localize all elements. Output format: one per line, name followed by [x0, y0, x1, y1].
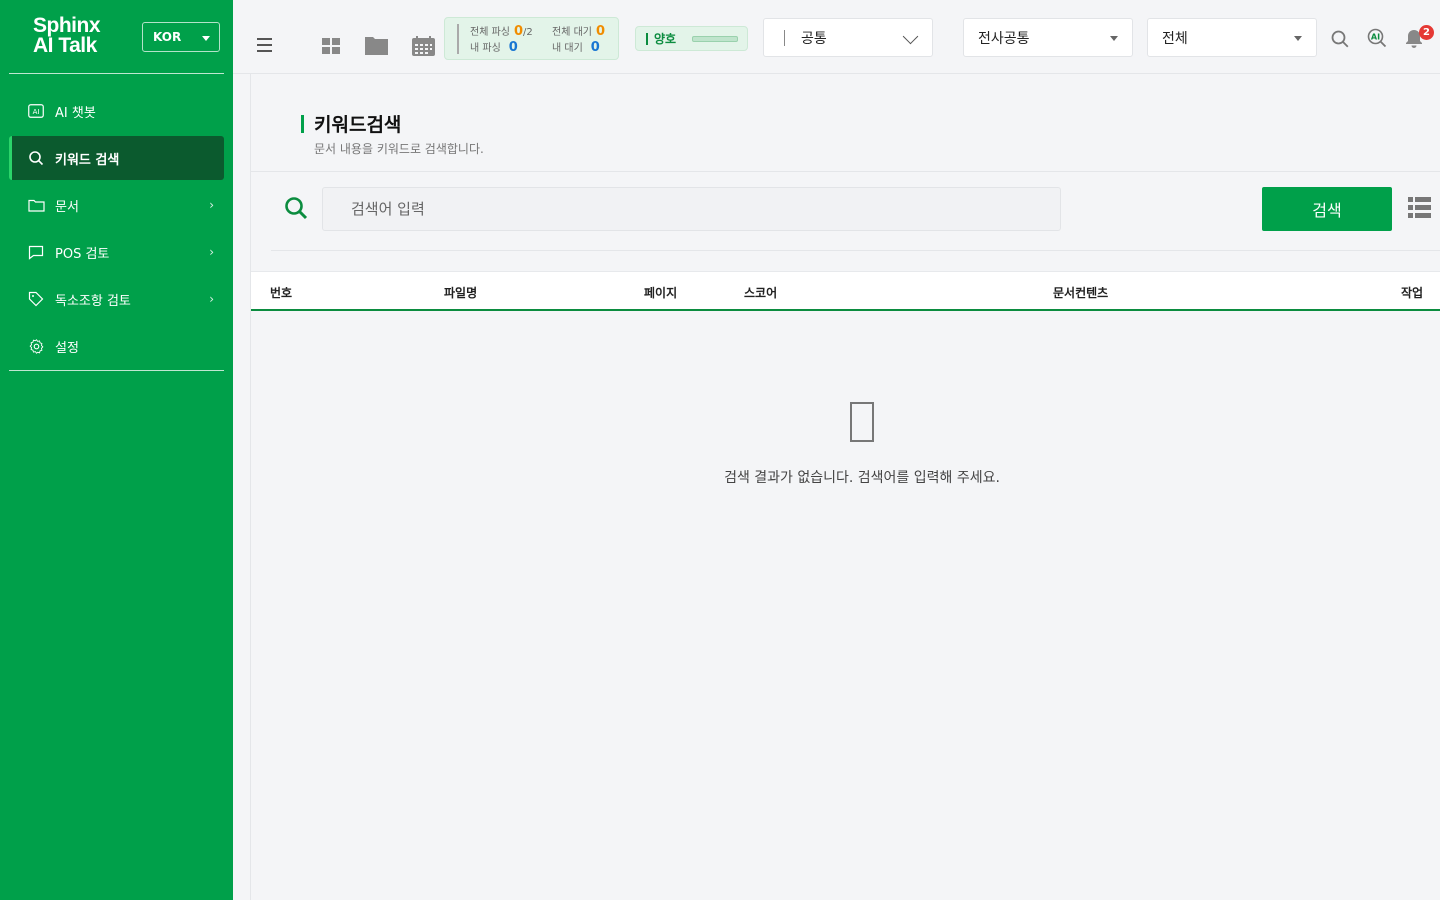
- sidebar-item-settings[interactable]: 설정: [9, 324, 224, 368]
- menu-icon[interactable]: [257, 38, 272, 56]
- company-select-value: 전사공통: [978, 30, 1030, 47]
- sidebar-item-label: AI 챗봇: [55, 105, 96, 121]
- chevron-right-icon: ›: [209, 292, 214, 306]
- column-header-filename[interactable]: 파일명: [444, 284, 477, 301]
- select-divider: [784, 29, 785, 46]
- sidebar-item-label: 독소조항 검토: [55, 293, 131, 309]
- top-bar: 전체 파싱 0/2 내 파싱 0 전체 대기 0 내 대기 0 양호 공통 전사공통 전…: [233, 0, 1440, 74]
- page-header: 키워드검색: [301, 110, 401, 137]
- scope-select-value: 공통: [801, 30, 827, 47]
- language-value: KOR: [153, 30, 182, 44]
- company-select[interactable]: 전사공통: [963, 18, 1133, 57]
- ai-search-badge: AI: [1371, 33, 1380, 42]
- main-content: 키워드검색 문서 내용을 키워드로 검색합니다. 검색 번호 파일명 페이지 스…: [250, 74, 1440, 900]
- calendar-icon[interactable]: [412, 36, 435, 60]
- chevron-right-icon: ›: [209, 245, 214, 259]
- total-waiting-value: 0: [595, 24, 606, 39]
- sidebar-item-ai-chatbot[interactable]: AI AI 챗봇: [9, 89, 224, 133]
- sidebar-item-label: 설정: [55, 340, 79, 356]
- folder-icon: [27, 196, 45, 214]
- search-button[interactable]: 검색: [1262, 187, 1392, 231]
- empty-state-icon: [850, 402, 874, 442]
- brand-line-1: Sphinx: [33, 14, 101, 37]
- total-waiting-stat: 전체 대기 0: [552, 23, 605, 39]
- sidebar-item-keyword-search[interactable]: 키워드 검색: [9, 136, 224, 180]
- my-waiting-value: 0: [590, 40, 600, 55]
- caret-down-icon: [1294, 36, 1302, 41]
- total-parsing-max: /2: [523, 27, 533, 38]
- my-waiting-stat: 내 대기 0: [552, 39, 600, 55]
- list-view-icon[interactable]: [1408, 197, 1431, 223]
- page-title: 키워드검색: [301, 110, 401, 137]
- status-divider: [457, 24, 459, 54]
- header-divider: [251, 171, 1440, 172]
- brand-logo[interactable]: Sphinx AI Talk: [33, 14, 101, 57]
- sidebar: Sphinx AI Talk KOR AI AI 챗봇 키워드 검색 문서 ›: [0, 0, 233, 900]
- system-health-indicator: 양호: [635, 26, 748, 51]
- column-header-score[interactable]: 스코어: [744, 284, 777, 301]
- sidebar-item-label: POS 검토: [55, 246, 110, 262]
- column-header-action[interactable]: 작업: [1401, 284, 1423, 301]
- search-divider: [271, 250, 1440, 251]
- notification-count-badge: 2: [1419, 25, 1434, 40]
- my-waiting-label: 내 대기: [552, 43, 583, 54]
- column-header-document-content[interactable]: 문서컨텐츠: [1053, 284, 1108, 301]
- my-parsing-stat: 내 파싱 0: [470, 39, 518, 55]
- empty-state-message: 검색 결과가 없습니다. 검색어를 입력해 주세요.: [724, 470, 1000, 486]
- sidebar-item-toxic-clause-review[interactable]: 독소조항 검토 ›: [9, 277, 224, 321]
- total-parsing-label: 전체 파싱: [470, 27, 510, 38]
- chevron-down-icon: [902, 28, 919, 45]
- sidebar-item-label: 문서: [55, 199, 79, 215]
- total-parsing-stat: 전체 파싱 0/2: [470, 23, 533, 39]
- my-parsing-value: 0: [508, 40, 518, 55]
- sidebar-divider-top: [9, 73, 224, 74]
- results-table-header: 번호 파일명 페이지 스코어 문서컨텐츠 작업: [251, 271, 1440, 311]
- health-marker: [646, 32, 648, 45]
- sidebar-divider-bottom: [9, 370, 224, 371]
- total-parsing-value: 0: [513, 24, 524, 39]
- scope-select[interactable]: 공통: [763, 18, 933, 57]
- caret-down-icon: [1110, 36, 1118, 41]
- total-waiting-label: 전체 대기: [552, 27, 592, 38]
- brand-line-2: AI Talk: [33, 34, 97, 57]
- chat-icon: [27, 243, 45, 261]
- chevron-right-icon: ›: [209, 198, 214, 212]
- keyword-search-input[interactable]: [322, 187, 1061, 231]
- column-header-number[interactable]: 번호: [270, 284, 292, 301]
- svg-text:AI: AI: [33, 108, 40, 116]
- sidebar-item-label: 키워드 검색: [55, 152, 120, 168]
- column-header-page[interactable]: 페이지: [644, 284, 677, 301]
- health-label: 양호: [654, 32, 677, 46]
- caret-down-icon: [202, 36, 210, 41]
- filter-select[interactable]: 전체: [1147, 18, 1317, 57]
- dashboard-icon[interactable]: [322, 38, 341, 59]
- health-meter: [692, 35, 739, 42]
- language-select[interactable]: KOR: [142, 22, 220, 52]
- search-icon[interactable]: [1331, 30, 1349, 52]
- sidebar-nav: AI AI 챗봇 키워드 검색 문서 › POS 검토 › 독소조항 검토 › …: [9, 89, 224, 371]
- filter-select-value: 전체: [1162, 30, 1188, 47]
- my-parsing-label: 내 파싱: [470, 43, 501, 54]
- folder-icon[interactable]: [365, 36, 388, 59]
- search-icon: [284, 196, 308, 224]
- parsing-status-panel: 전체 파싱 0/2 내 파싱 0 전체 대기 0 내 대기 0: [444, 17, 619, 60]
- tag-icon: [27, 290, 45, 308]
- page-subtitle: 문서 내용을 키워드로 검색합니다.: [314, 142, 484, 156]
- ai-search-icon[interactable]: AI: [1367, 28, 1387, 52]
- search-icon: [27, 149, 45, 167]
- sidebar-item-pos-review[interactable]: POS 검토 ›: [9, 230, 224, 274]
- sidebar-item-documents[interactable]: 문서 ›: [9, 183, 224, 227]
- ai-icon: AI: [27, 102, 45, 120]
- gear-icon: [27, 337, 45, 355]
